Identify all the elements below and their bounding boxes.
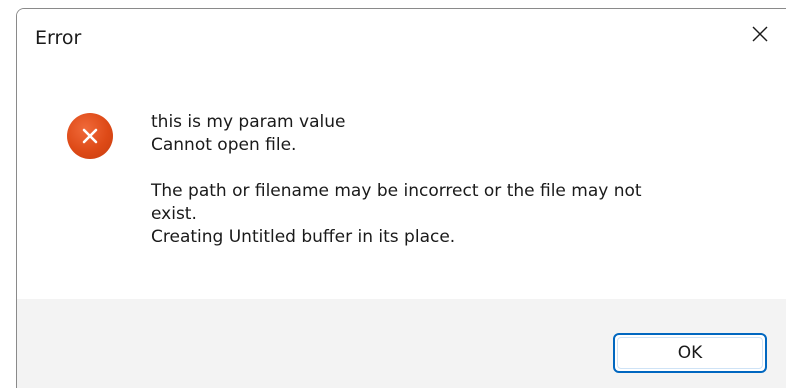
close-button[interactable] — [734, 9, 786, 59]
message-spacer — [151, 157, 761, 180]
message-line: The path or filename may be incorrect or… — [151, 181, 642, 201]
error-dialog: Error this is my param value Cannot open… — [16, 8, 786, 388]
message-line: Cannot open file. — [151, 135, 297, 155]
dialog-title: Error — [35, 27, 82, 49]
error-message: this is my param value Cannot open file.… — [151, 111, 761, 249]
dialog-content: this is my param value Cannot open file.… — [17, 67, 786, 299]
message-line: this is my param value — [151, 112, 346, 132]
title-bar: Error — [17, 9, 786, 67]
message-line: exist. — [151, 204, 197, 224]
button-bar: OK — [17, 299, 786, 388]
ok-button[interactable]: OK — [613, 333, 767, 373]
message-line: Creating Untitled buffer in its place. — [151, 227, 456, 247]
error-icon — [67, 113, 113, 159]
close-icon — [752, 26, 768, 42]
